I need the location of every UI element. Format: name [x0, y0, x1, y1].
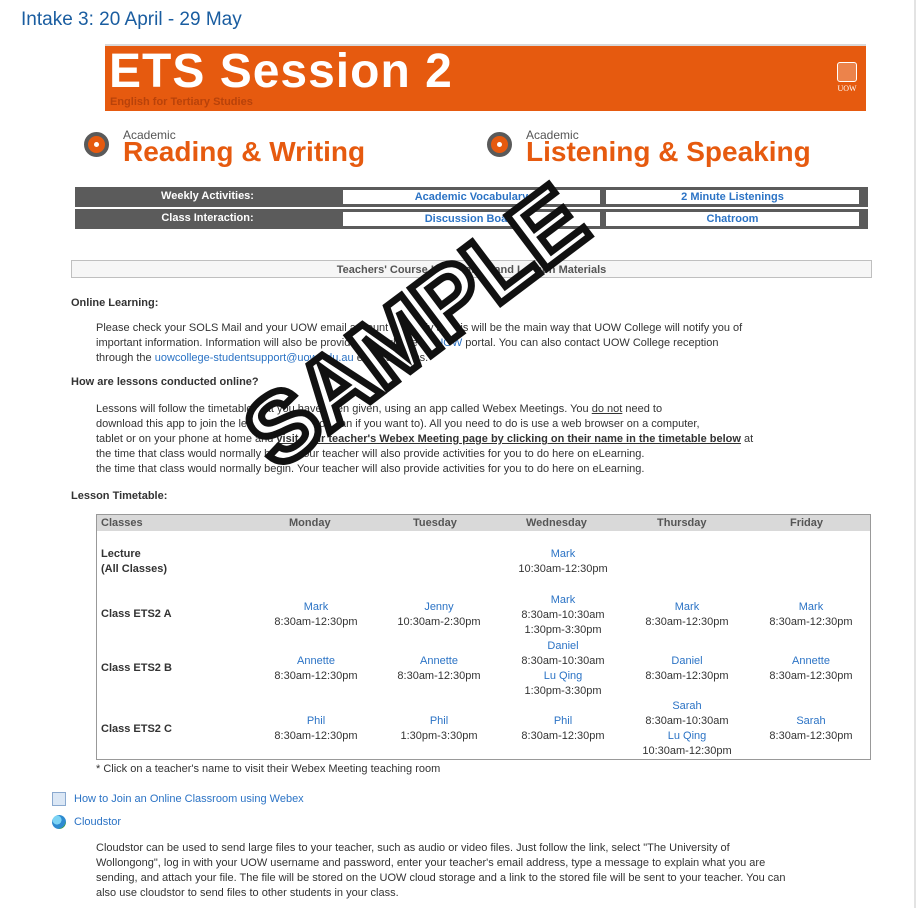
class-c-tue: Phil 1:30pm-3:30pm [377, 714, 501, 744]
col-thursday: Thursday [657, 517, 707, 529]
document-icon [52, 792, 66, 806]
class-a-thu: Mark 8:30am-12:30pm [625, 600, 749, 630]
session-banner: ETS Session 2 English for Tertiary Studi… [105, 44, 866, 111]
teacher-link[interactable]: Annette [749, 654, 873, 669]
lessons-text: Lessons will follow the timetable that y… [96, 402, 876, 477]
webex-guide-link[interactable]: How to Join an Online Classroom using We… [52, 792, 304, 806]
col-monday: Monday [289, 517, 331, 529]
weekly-activities-row: Weekly Activities: Academic Vocabulary 2… [75, 187, 868, 207]
lesson-timetable: Classes Monday Tuesday Wednesday Thursda… [96, 514, 871, 760]
text-line: download this app to join the lesson (th… [96, 418, 700, 430]
teacher-link[interactable]: Mark [501, 593, 625, 608]
skill-title: Reading & Writing [123, 136, 366, 167]
listening-speaking-link[interactable]: Academic Listening & Speaking [487, 128, 867, 168]
class-b-mon: Annette 8:30am-12:30pm [254, 654, 378, 684]
class-c-fri: Sarah 8:30am-12:30pm [749, 714, 873, 744]
text-line: sending, and attach your file. The file … [96, 872, 786, 884]
text-line: tablet or on your phone at home and visi… [96, 433, 754, 445]
timetable-header: Classes Monday Tuesday Wednesday Thursda… [97, 515, 870, 531]
lecture-label: Lecture (All Classes) [101, 548, 168, 575]
resource-label: How to Join an Online Classroom using We… [74, 792, 304, 805]
col-wednesday: Wednesday [526, 517, 587, 529]
skill-title: Listening & Speaking [526, 136, 811, 167]
globe-icon [52, 815, 66, 829]
class-a-tue: Jenny 10:30am-2:30pm [377, 600, 501, 630]
class-c-label: Class ETS2 C [101, 723, 172, 735]
cloudstor-link[interactable]: Cloudstor [52, 815, 121, 829]
text-line: the time that class would normally begin… [96, 463, 645, 475]
weekly-activities-label: Weekly Activities: [161, 190, 254, 202]
teacher-link[interactable]: Phil [501, 714, 625, 729]
text-line: also use cloudstor to send files to othe… [96, 887, 399, 899]
reading-writing-link[interactable]: Academic Reading & Writing [84, 128, 414, 168]
teacher-link[interactable]: Daniel [625, 654, 749, 669]
text-line: Lessons will follow the timetable that y… [96, 403, 663, 415]
course-page: Intake 3: 20 April - 29 May ETS Session … [0, 0, 916, 908]
class-b-label: Class ETS2 B [101, 662, 172, 674]
resource-label: Cloudstor [74, 815, 122, 828]
lecture-wed-cell: Mark 10:30am-12:30pm [501, 547, 625, 577]
class-b-thu: Daniel 8:30am-12:30pm [625, 654, 749, 684]
class-c-wed: Phil 8:30am-12:30pm [501, 714, 625, 744]
cloudstor-description: Cloudstor can be used to send large file… [96, 841, 906, 901]
class-b-wed: Daniel 8:30am-10:30am Lu Qing 1:30pm-3:30pm [501, 639, 625, 699]
teacher-link[interactable]: Lu Qing [625, 729, 749, 744]
banner-title: ETS Session 2 [109, 45, 453, 98]
location-pin-icon [487, 132, 512, 157]
teacher-link[interactable]: Jenny [377, 600, 501, 615]
col-tuesday: Tuesday [413, 517, 457, 529]
teacher-link[interactable]: Annette [254, 654, 378, 669]
timetable-note: * Click on a teacher's name to visit the… [96, 763, 441, 775]
col-friday: Friday [790, 517, 824, 529]
text-line: Wollongong", log in with your UOW userna… [96, 857, 766, 869]
class-a-wed: Mark 8:30am-10:30am 1:30pm-3:30pm [501, 593, 625, 638]
text-line: the time that class would normally begin… [96, 448, 645, 460]
class-b-tue: Annette 8:30am-12:30pm [377, 654, 501, 684]
teacher-link[interactable]: Phil [254, 714, 378, 729]
teacher-link[interactable]: Annette [377, 654, 501, 669]
class-c-thu: Sarah 8:30am-10:30am Lu Qing 10:30am-12:30p… [625, 699, 749, 759]
class-interaction-label: Class Interaction: [161, 212, 254, 224]
chatroom-link[interactable]: Chatroom [606, 212, 859, 226]
uow-logo: UOW [836, 62, 858, 93]
intake-heading: Intake 3: 20 April - 29 May [21, 9, 242, 30]
location-pin-icon [84, 132, 109, 157]
class-a-mon: Mark 8:30am-12:30pm [254, 600, 378, 630]
text-line: Cloudstor can be used to send large file… [96, 842, 730, 854]
teacher-link[interactable]: Mark [625, 600, 749, 615]
teacher-link[interactable]: Sarah [625, 699, 749, 714]
teacher-link[interactable]: Mark [501, 547, 625, 562]
teacher-link[interactable]: Mark [254, 600, 378, 615]
two-minute-listenings-link[interactable]: 2 Minute Listenings [606, 190, 859, 204]
class-a-label: Class ETS2 A [101, 608, 172, 620]
teacher-link[interactable]: Sarah [749, 714, 873, 729]
uow-crest-icon [837, 62, 857, 82]
timetable-heading: Lesson Timetable: [71, 490, 168, 502]
class-a-fri: Mark 8:30am-12:30pm [749, 600, 873, 630]
teacher-link[interactable]: Daniel [501, 639, 625, 654]
teacher-link[interactable]: Phil [377, 714, 501, 729]
text-line: through the uowcollege-studentsupport@uo… [96, 352, 429, 364]
teacher-link[interactable]: Mark [749, 600, 873, 615]
banner-subtitle: English for Tertiary Studies [110, 96, 253, 108]
class-b-fri: Annette 8:30am-12:30pm [749, 654, 873, 684]
col-classes: Classes [101, 517, 143, 529]
teacher-link[interactable]: Lu Qing [501, 669, 625, 684]
online-learning-heading: Online Learning: [71, 297, 159, 309]
uow-logo-text: UOW [837, 84, 857, 93]
lessons-heading: How are lessons conducted online? [71, 376, 259, 388]
class-c-mon: Phil 8:30am-12:30pm [254, 714, 378, 744]
